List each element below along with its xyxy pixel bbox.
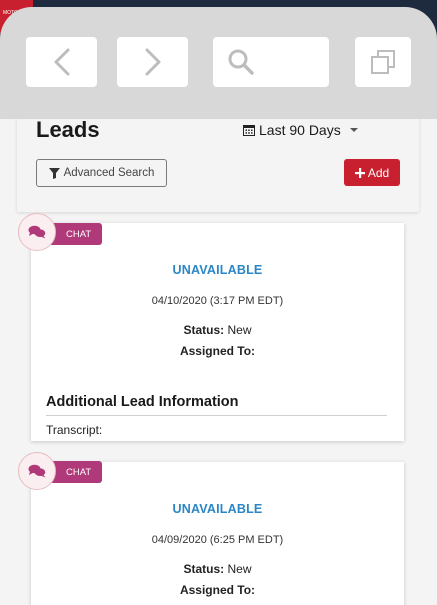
divider [46,415,387,416]
additional-info-title: Additional Lead Information [46,394,239,410]
search-icon [228,49,254,75]
calendar-icon [243,125,255,136]
chat-icon [28,464,46,478]
transcript-label: Transcript: [46,423,103,437]
browser-toolbar [0,7,437,119]
lead-status: UNAVAILABLE [172,263,263,277]
lead-date: 04/09/2020 (6:25 PM EDT) [151,534,284,546]
filter-icon [48,167,60,179]
search-button[interactable] [213,37,329,87]
assigned-label: Assigned To: [179,583,256,597]
lead-assigned-line: Assigned To: [31,344,404,358]
channel-label: CHAT [66,466,92,478]
lead-date: 04/10/2020 (3:17 PM EDT) [151,295,284,307]
back-button[interactable] [26,37,97,87]
lead-status-line: Status: New [31,323,404,337]
lead-card[interactable]: UNAVAILABLE 04/10/2020 (3:17 PM EDT) Sta… [31,223,404,441]
chat-avatar [18,213,56,251]
status-label: Status: [183,323,225,337]
assigned-label: Assigned To: [179,344,256,358]
status-value: New [227,562,252,576]
date-range-dropdown[interactable]: Last 90 Days [243,122,359,138]
status-label: Status: [183,562,225,576]
add-lead-button[interactable]: Add [344,159,400,186]
forward-button[interactable] [117,37,188,87]
lead-assigned-line: Assigned To: [31,583,404,597]
channel-label: CHAT [66,228,92,240]
page-title: Leads [36,117,100,142]
advanced-search-button[interactable]: Advanced Search [36,159,167,187]
tabs-icon [371,50,395,74]
chevron-left-icon [54,48,69,76]
lead-card[interactable]: UNAVAILABLE 04/09/2020 (6:25 PM EDT) Sta… [31,462,404,605]
lead-status: UNAVAILABLE [172,502,263,516]
lead-status-line: Status: New [31,562,404,576]
add-lead-label: Add [367,165,390,180]
tabs-button[interactable] [355,37,411,87]
caret-down-icon [349,128,358,132]
status-value: New [227,323,252,337]
plus-icon [354,167,365,178]
advanced-search-label: Advanced Search [63,167,155,179]
chat-avatar [18,452,56,490]
date-range-label: Last 90 Days [259,122,341,138]
chat-icon [28,225,46,239]
chevron-right-icon [145,48,160,76]
